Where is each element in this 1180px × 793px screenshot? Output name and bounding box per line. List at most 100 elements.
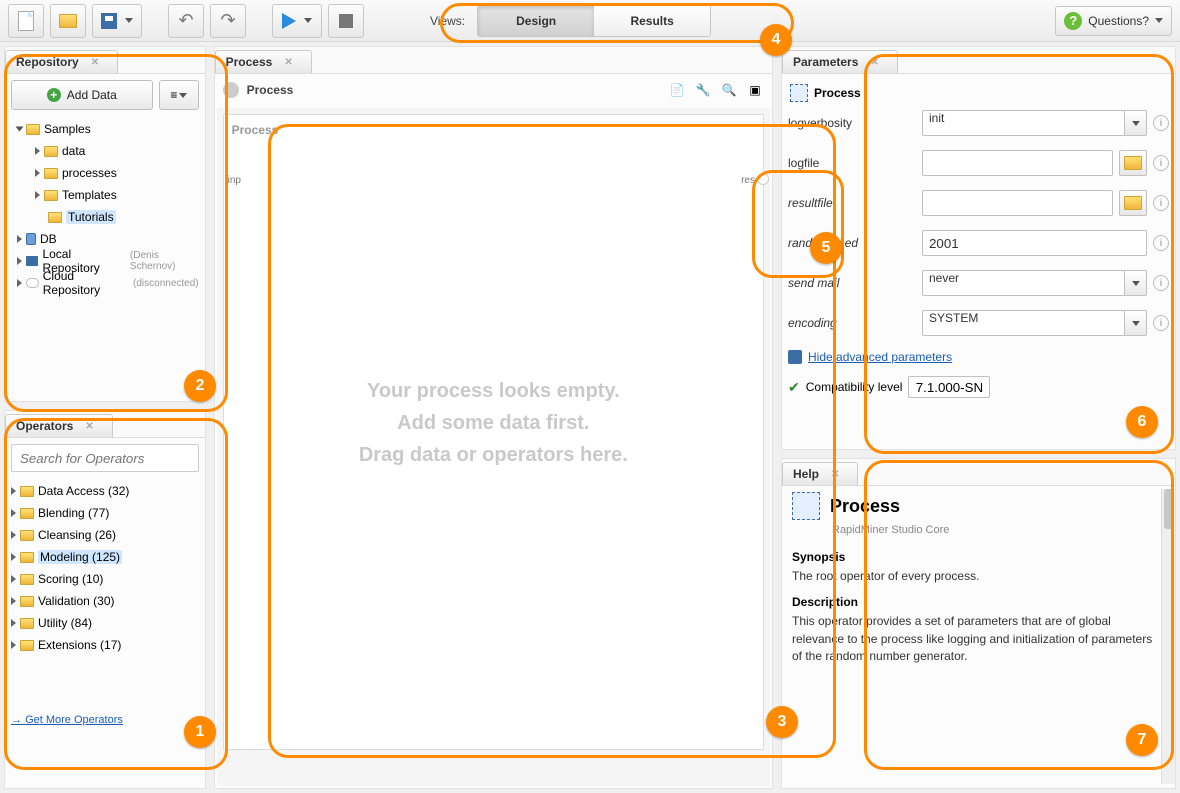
param-send-mail-combo[interactable]: never xyxy=(922,270,1147,296)
help-scrollbar[interactable] xyxy=(1161,489,1175,784)
close-icon[interactable]: ✕ xyxy=(91,57,99,68)
folder-icon xyxy=(44,190,58,201)
browse-resultfile-button[interactable] xyxy=(1119,190,1147,216)
process-icon xyxy=(792,492,820,520)
help-synopsis-text: The root operator of every process. xyxy=(792,568,1165,585)
help-tab[interactable]: Help ✕ xyxy=(782,462,858,485)
operator-category[interactable]: Validation (30) xyxy=(11,590,199,612)
param-logfile-input[interactable] xyxy=(922,150,1113,176)
open-file-button[interactable] xyxy=(50,4,86,38)
operator-category[interactable]: Scoring (10) xyxy=(11,568,199,590)
repository-tab[interactable]: Repository ✕ xyxy=(5,50,118,73)
close-icon[interactable]: ✕ xyxy=(284,57,292,68)
save-button[interactable] xyxy=(92,4,142,38)
file-icon xyxy=(18,11,34,31)
param-encoding-combo[interactable]: SYSTEM xyxy=(922,310,1147,336)
close-icon[interactable]: ✕ xyxy=(831,469,839,480)
operator-category[interactable]: Blending (77) xyxy=(11,502,199,524)
close-icon[interactable]: ✕ xyxy=(870,57,878,68)
views-toggle: Design Results xyxy=(477,5,711,37)
info-icon[interactable]: i xyxy=(1153,115,1169,131)
param-random-seed-input[interactable] xyxy=(922,230,1147,256)
operator-category[interactable]: Cleansing (26) xyxy=(11,524,199,546)
tree-node-tutorials[interactable]: Tutorials xyxy=(13,206,199,228)
views-label: Views: xyxy=(430,14,465,28)
zoom-icon[interactable]: 🔍 xyxy=(720,81,738,99)
process-breadcrumb: Process xyxy=(247,83,294,97)
operators-tab[interactable]: Operators ✕ xyxy=(5,414,113,437)
process-canvas[interactable]: Process inp res Your process looks empty… xyxy=(223,114,764,750)
auto-layout-icon[interactable]: 🔧 xyxy=(694,81,712,99)
stop-icon xyxy=(339,14,353,28)
user-icon xyxy=(788,350,802,364)
redo-button[interactable]: ↷ xyxy=(210,4,246,38)
operator-category[interactable]: Modeling (125) xyxy=(11,546,199,568)
view-results-button[interactable]: Results xyxy=(594,6,710,36)
add-data-button[interactable]: + Add Data xyxy=(11,80,153,110)
tree-node-data[interactable]: data xyxy=(13,140,199,162)
info-icon[interactable]: i xyxy=(1153,195,1169,211)
folder-icon xyxy=(20,574,34,585)
process-tab[interactable]: Process ✕ xyxy=(215,50,312,73)
close-icon[interactable]: ✕ xyxy=(85,421,93,432)
tree-node-samples[interactable]: Samples xyxy=(13,118,199,140)
operator-category[interactable]: Utility (84) xyxy=(11,612,199,634)
param-resultfile-input[interactable] xyxy=(922,190,1113,216)
process-panel: Process ✕ Process 📄 🔧 🔍 ▣ xyxy=(214,46,773,789)
param-label-random-seed: random seed xyxy=(788,236,916,250)
param-label-logfile: logfile xyxy=(788,156,916,170)
folder-icon xyxy=(48,212,62,223)
database-icon xyxy=(26,233,36,245)
folder-icon xyxy=(20,530,34,541)
parameters-panel: Parameters ✕ Process logverbosity init i… xyxy=(781,46,1176,450)
help-description-heading: Description xyxy=(792,595,1165,609)
save-icon xyxy=(101,13,117,29)
view-design-button[interactable]: Design xyxy=(478,6,594,36)
compat-level-input[interactable] xyxy=(908,376,990,398)
tree-node-cloud[interactable]: Cloud Repository(disconnected) xyxy=(13,272,199,294)
new-file-button[interactable] xyxy=(8,4,44,38)
help-synopsis-heading: Synopsis xyxy=(792,550,1165,564)
info-icon[interactable]: i xyxy=(1153,315,1169,331)
help-panel: Help ✕ Process RapidMiner Studio Core Sy… xyxy=(781,458,1176,789)
info-icon[interactable]: i xyxy=(1153,275,1169,291)
operator-category[interactable]: Data Access (32) xyxy=(11,480,199,502)
run-button[interactable] xyxy=(272,4,322,38)
param-logverbosity-combo[interactable]: init xyxy=(922,110,1147,136)
param-label-resultfile: resultfile xyxy=(788,196,916,210)
output-port-label: res xyxy=(741,175,755,186)
add-note-icon[interactable]: 📄 xyxy=(668,81,686,99)
info-icon[interactable]: i xyxy=(1153,235,1169,251)
stop-button[interactable] xyxy=(328,4,364,38)
chevron-down-icon xyxy=(179,93,187,98)
info-icon[interactable]: i xyxy=(1153,155,1169,171)
hide-advanced-link[interactable]: Hide advanced parameters xyxy=(808,350,952,364)
get-more-operators-link[interactable]: Get More Operators xyxy=(11,714,199,726)
param-label-encoding: encoding xyxy=(788,316,916,330)
folder-icon xyxy=(20,618,34,629)
browse-logfile-button[interactable] xyxy=(1119,150,1147,176)
undo-button[interactable]: ↶ xyxy=(168,4,204,38)
questions-button[interactable]: ? Questions? xyxy=(1055,6,1172,36)
folder-icon xyxy=(20,596,34,607)
folder-icon xyxy=(20,640,34,651)
tree-node-processes[interactable]: processes xyxy=(13,162,199,184)
folder-icon xyxy=(44,146,58,157)
canvas-empty-message: Your process looks empty. Add some data … xyxy=(224,375,763,471)
repository-panel: Repository ✕ + Add Data ≡ Samples data p… xyxy=(4,46,206,402)
help-subtitle: RapidMiner Studio Core xyxy=(832,524,1165,536)
folder-icon xyxy=(20,552,34,563)
canvas-title: Process xyxy=(224,115,763,145)
parameters-tab[interactable]: Parameters ✕ xyxy=(782,50,898,73)
help-title: Process xyxy=(830,496,900,517)
repository-tree: Samples data processes Templates Tutoria… xyxy=(11,118,199,294)
compat-label: Compatibility level xyxy=(806,380,903,394)
output-port[interactable] xyxy=(757,173,769,185)
fit-icon[interactable]: ▣ xyxy=(746,81,764,99)
operator-search-input[interactable] xyxy=(11,444,199,472)
process-breadcrumb-bar: Process 📄 🔧 🔍 ▣ xyxy=(215,74,772,106)
repo-menu-button[interactable]: ≡ xyxy=(159,80,199,110)
tree-node-templates[interactable]: Templates xyxy=(13,184,199,206)
folder-icon xyxy=(1124,196,1142,210)
operator-category[interactable]: Extensions (17) xyxy=(11,634,199,656)
